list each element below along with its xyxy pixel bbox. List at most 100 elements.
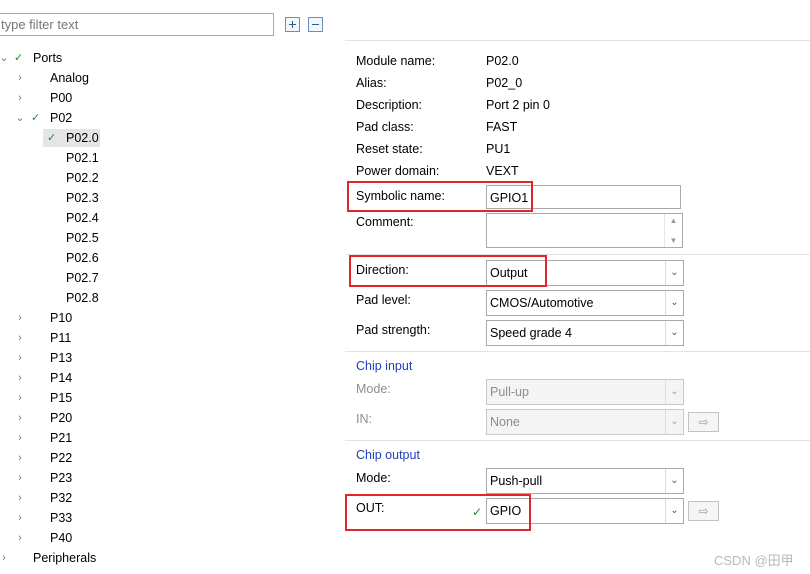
chevron-right-icon[interactable]: › xyxy=(15,308,25,328)
reset-state-value: PU1 xyxy=(486,142,511,156)
chip-input-mode-value: Pull-up xyxy=(490,385,529,399)
chevron-down-icon[interactable]: ⌄ xyxy=(0,48,9,68)
expand-all-icon[interactable] xyxy=(285,17,300,32)
chip-output-mode-select[interactable]: Push-pull ⌄ xyxy=(486,468,684,494)
tree-label: P15 xyxy=(50,391,73,405)
chevron-down-icon[interactable]: ⌄ xyxy=(15,108,25,128)
tree-label: P21 xyxy=(50,431,73,445)
chevron-right-icon[interactable]: › xyxy=(0,548,9,568)
chevron-right-icon[interactable]: › xyxy=(15,468,25,488)
comment-textarea[interactable]: ▲ ▼ xyxy=(486,213,683,248)
chevron-right-icon[interactable]: › xyxy=(15,408,25,428)
goto-arrow-icon[interactable]: ⇨ xyxy=(688,501,719,521)
tree-label: P20 xyxy=(50,411,73,425)
chip-input-in-label: IN: xyxy=(356,412,372,426)
collapse-all-icon[interactable] xyxy=(308,17,323,32)
tree-label: P02 xyxy=(50,111,73,125)
power-domain-label: Power domain: xyxy=(356,164,440,178)
chevron-right-icon[interactable]: › xyxy=(15,88,25,108)
pad-class-value: FAST xyxy=(486,120,518,134)
pad-level-label: Pad level: xyxy=(356,293,411,307)
chip-input-in-select[interactable]: None ⌄ xyxy=(486,409,684,435)
chevron-down-icon[interactable]: ⌄ xyxy=(665,261,683,285)
pad-level-value: CMOS/Automotive xyxy=(490,296,594,310)
alias-label: Alias: xyxy=(356,76,387,90)
watermark: CSDN @田甲 xyxy=(714,553,794,568)
pad-strength-label: Pad strength: xyxy=(356,323,431,337)
module-name-label: Module name: xyxy=(356,54,436,68)
tree-label: P11 xyxy=(50,331,72,345)
pad-strength-select[interactable]: Speed grade 4 ⌄ xyxy=(486,320,684,346)
pad-class-label: Pad class: xyxy=(356,120,414,134)
goto-arrow-icon[interactable]: ⇨ xyxy=(688,412,719,432)
power-domain-value: VEXT xyxy=(486,164,519,178)
chip-input-mode-select[interactable]: Pull-up ⌄ xyxy=(486,379,684,405)
tree-label: P02.8 xyxy=(66,291,99,305)
chevron-right-icon[interactable]: › xyxy=(15,428,25,448)
highlight-box-direction xyxy=(349,255,547,287)
chevron-right-icon[interactable]: › xyxy=(15,388,25,408)
chip-input-in-value: None xyxy=(490,415,520,429)
highlight-box-out xyxy=(345,494,531,531)
chevron-right-icon[interactable]: › xyxy=(15,528,25,548)
tree-label: P00 xyxy=(50,91,73,105)
reset-state-label: Reset state: xyxy=(356,142,423,156)
chip-output-mode-label: Mode: xyxy=(356,471,391,485)
tree-label: P32 xyxy=(50,491,73,505)
comment-label: Comment: xyxy=(356,215,414,229)
tree-label: P10 xyxy=(50,311,73,325)
divider xyxy=(345,351,810,352)
tree-label: P23 xyxy=(50,471,73,485)
chevron-right-icon[interactable]: › xyxy=(15,508,25,528)
chevron-right-icon[interactable]: › xyxy=(15,368,25,388)
tree-label: P33 xyxy=(50,511,73,525)
tree-label: P02.3 xyxy=(66,191,99,205)
chip-output-title: Chip output xyxy=(356,448,420,462)
scroll-up-icon[interactable]: ▲ xyxy=(665,216,682,225)
filter-field[interactable] xyxy=(0,13,274,36)
tree-label: P02.4 xyxy=(66,211,99,225)
scrollbar[interactable]: ▲ ▼ xyxy=(664,214,682,247)
filter-input[interactable] xyxy=(0,14,273,35)
chevron-down-icon[interactable]: ⌄ xyxy=(665,380,683,404)
tree-label: P02.7 xyxy=(66,271,99,285)
chip-input-mode-label: Mode: xyxy=(356,382,391,396)
divider xyxy=(345,440,810,441)
tree-label: P13 xyxy=(50,351,73,365)
alias-value: P02_0 xyxy=(486,76,523,90)
chip-input-title: Chip input xyxy=(356,359,413,373)
highlight-box-symbolic-name xyxy=(347,181,533,212)
divider xyxy=(345,40,810,41)
chevron-right-icon[interactable]: › xyxy=(15,68,25,88)
chip-output-mode-value: Push-pull xyxy=(490,474,543,488)
pad-strength-value: Speed grade 4 xyxy=(490,326,573,340)
tree-label: P02.1 xyxy=(66,151,99,165)
chevron-down-icon[interactable]: ⌄ xyxy=(665,469,683,493)
pad-level-select[interactable]: CMOS/Automotive ⌄ xyxy=(486,290,684,316)
chevron-down-icon[interactable]: ⌄ xyxy=(665,291,683,315)
chevron-right-icon[interactable]: › xyxy=(15,348,25,368)
description-value: Port 2 pin 0 xyxy=(486,98,550,112)
tree-label: P40 xyxy=(50,531,73,545)
tree-label: P14 xyxy=(50,371,73,385)
description-label: Description: xyxy=(356,98,422,112)
tree-label: P22 xyxy=(50,451,73,465)
module-name-value: P02.0 xyxy=(486,54,519,68)
scroll-down-icon[interactable]: ▼ xyxy=(665,236,682,245)
tree-label: P02.6 xyxy=(66,251,99,265)
tree-label: P02.5 xyxy=(66,231,99,245)
tree-label: Ports xyxy=(33,51,63,65)
chevron-down-icon[interactable]: ⌄ xyxy=(665,499,683,523)
chevron-right-icon[interactable]: › xyxy=(15,328,25,348)
check-icon: ✓ xyxy=(14,52,24,64)
tree-label: P02.0 xyxy=(66,131,99,145)
tree-label: Peripherals xyxy=(33,551,97,565)
check-icon: ✓ xyxy=(47,132,57,144)
chevron-down-icon[interactable]: ⌄ xyxy=(665,321,683,345)
chevron-right-icon[interactable]: › xyxy=(15,448,25,468)
check-icon: ✓ xyxy=(31,112,41,124)
tree-label: P02.2 xyxy=(66,171,99,185)
chevron-down-icon[interactable]: ⌄ xyxy=(665,410,683,434)
tree-label: Analog xyxy=(50,71,89,85)
chevron-right-icon[interactable]: › xyxy=(15,488,25,508)
